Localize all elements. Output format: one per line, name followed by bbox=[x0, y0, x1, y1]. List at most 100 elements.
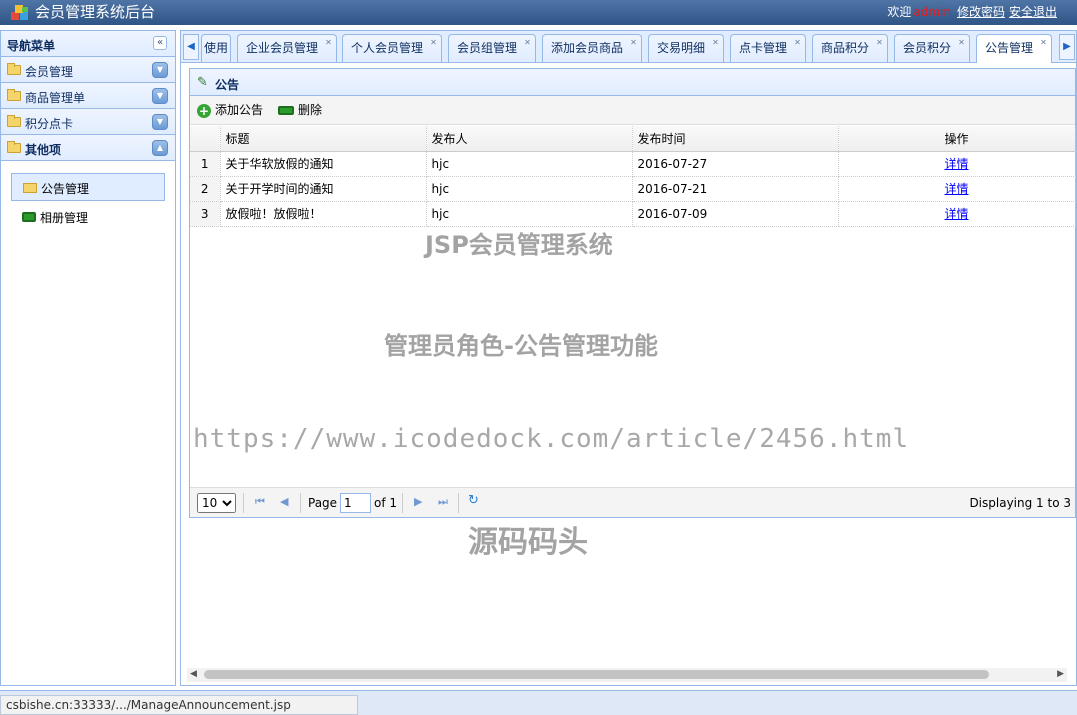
column-header-date[interactable]: 发布时间 bbox=[632, 126, 839, 152]
refresh-icon[interactable]: ↻ bbox=[468, 493, 479, 508]
divider bbox=[243, 493, 244, 513]
sidebar-item-label: 相册管理 bbox=[40, 211, 89, 225]
close-icon[interactable]: ✕ bbox=[324, 38, 333, 47]
close-icon[interactable]: ✕ bbox=[429, 38, 438, 47]
tab-label: 商品积分 bbox=[821, 41, 870, 55]
collapse-sidebar-icon[interactable]: « bbox=[153, 36, 167, 50]
tab-scroll-right-icon[interactable]: ▶ bbox=[1059, 34, 1075, 60]
page-number-input[interactable]: 1 bbox=[340, 493, 371, 513]
row-number-header bbox=[190, 126, 221, 152]
page-size-select[interactable]: 10 bbox=[197, 493, 236, 513]
first-page-icon[interactable]: ⏮ bbox=[255, 495, 265, 509]
logo-icon bbox=[11, 5, 28, 20]
table-row[interactable]: 1 关于华软放假的通知 hjc 2016-07-27 详情 bbox=[190, 151, 1076, 177]
cell-date: 2016-07-21 bbox=[632, 176, 839, 202]
delete-button[interactable]: 删除 bbox=[278, 102, 322, 120]
chevron-down-icon[interactable]: ▼ bbox=[152, 88, 168, 104]
close-icon[interactable]: ✕ bbox=[523, 38, 532, 47]
table-row[interactable]: 2 关于开学时间的通知 hjc 2016-07-21 详情 bbox=[190, 176, 1076, 202]
panel-header: ✎ 公告 bbox=[190, 69, 1075, 96]
close-icon[interactable]: ✕ bbox=[629, 38, 638, 47]
close-icon[interactable]: ✕ bbox=[711, 38, 720, 47]
tab-member-points[interactable]: 会员积分 ✕ bbox=[894, 34, 970, 62]
scrollbar-thumb[interactable] bbox=[204, 670, 989, 679]
tab-label: 交易明细 bbox=[657, 41, 706, 55]
username: admin bbox=[913, 5, 951, 19]
horizontal-scrollbar[interactable]: ◀ ▶ bbox=[187, 668, 1067, 682]
tab-member-groups[interactable]: 会员组管理 ✕ bbox=[448, 34, 536, 62]
table-header-row: 标题 发布人 发布时间 操作 bbox=[190, 126, 1076, 152]
divider bbox=[458, 493, 459, 513]
cell-title: 放假啦！放假啦！ bbox=[220, 201, 427, 227]
sidebar-section-other[interactable]: 其他项 ▲ bbox=[1, 135, 175, 161]
cell-author: hjc bbox=[426, 176, 633, 202]
add-icon: + bbox=[197, 103, 211, 118]
details-link[interactable]: 详情 bbox=[944, 207, 968, 221]
close-icon[interactable]: ✕ bbox=[1039, 38, 1048, 47]
column-header-author[interactable]: 发布人 bbox=[426, 126, 633, 152]
tab-scroll-left-icon[interactable]: ◀ bbox=[183, 34, 199, 60]
tab-label: 个人会员管理 bbox=[351, 41, 424, 55]
chevron-down-icon[interactable]: ▼ bbox=[152, 62, 168, 78]
folder-icon bbox=[7, 141, 21, 153]
divider bbox=[300, 493, 301, 513]
details-link[interactable]: 详情 bbox=[944, 157, 968, 171]
tab-label: 会员组管理 bbox=[457, 41, 518, 55]
row-number: 1 bbox=[190, 151, 221, 177]
sidebar-item-albums[interactable]: 相册管理 bbox=[11, 203, 165, 231]
cell-title: 关于华软放假的通知 bbox=[220, 151, 427, 177]
tab-label: 点卡管理 bbox=[739, 41, 788, 55]
last-page-icon[interactable]: ⏭ bbox=[438, 495, 448, 509]
sidebar-title: 导航菜单 bbox=[7, 39, 56, 53]
sidebar-section-label: 其他项 bbox=[25, 143, 62, 157]
browser-status-bar: csbishe.cn:33333/.../ManageAnnouncement.… bbox=[0, 690, 1077, 715]
tab-announcements[interactable]: 公告管理 ✕ bbox=[976, 34, 1052, 63]
add-announcement-button[interactable]: + 添加公告 bbox=[197, 102, 263, 120]
app-title: 会员管理系统后台 bbox=[35, 3, 156, 21]
close-icon[interactable]: ✕ bbox=[957, 38, 966, 47]
sidebar-menu: 公告管理 相册管理 bbox=[1, 162, 175, 685]
sidebar-section-points[interactable]: 积分点卡 ▼ bbox=[1, 109, 175, 135]
announcement-table: 标题 发布人 发布时间 操作 1 关于华软放假的通知 hjc 2016-07-2… bbox=[190, 126, 1076, 227]
header-user-links: 欢迎 admin 修改密码 安全退出 bbox=[887, 5, 1057, 19]
cell-date: 2016-07-27 bbox=[632, 151, 839, 177]
change-password-link[interactable]: 修改密码 bbox=[957, 5, 1005, 19]
delete-label: 删除 bbox=[298, 103, 323, 117]
cell-author: hjc bbox=[426, 201, 633, 227]
scroll-left-icon[interactable]: ◀ bbox=[190, 669, 197, 679]
sidebar-section-goods[interactable]: 商品管理单 ▼ bbox=[1, 83, 175, 109]
tab-personal-members[interactable]: 个人会员管理 ✕ bbox=[342, 34, 442, 62]
tab-label: 使用 bbox=[204, 41, 229, 55]
column-header-title[interactable]: 标题 bbox=[220, 126, 427, 152]
tab-add-member-goods[interactable]: 添加会员商品 ✕ bbox=[542, 34, 642, 62]
page-label: Page bbox=[308, 496, 338, 510]
panel-toolbar: + 添加公告 删除 bbox=[190, 96, 1075, 125]
chevron-down-icon[interactable]: ▼ bbox=[152, 114, 168, 130]
details-link[interactable]: 详情 bbox=[944, 182, 968, 196]
announcement-panel: ✎ 公告 + 添加公告 删除 标题 发布人 发布时间 操作 1 关于华软放假的通… bbox=[189, 68, 1076, 518]
prev-page-icon[interactable]: ◀ bbox=[280, 495, 288, 508]
tab-enterprise-members[interactable]: 企业会员管理 ✕ bbox=[237, 34, 337, 62]
chevron-up-icon[interactable]: ▲ bbox=[152, 140, 168, 156]
close-icon[interactable]: ✕ bbox=[875, 38, 884, 47]
next-page-icon[interactable]: ▶ bbox=[414, 495, 422, 508]
tab-label: 添加会员商品 bbox=[551, 41, 624, 55]
logout-link[interactable]: 安全退出 bbox=[1009, 5, 1057, 19]
page-total: of 1 bbox=[374, 496, 398, 510]
close-icon[interactable]: ✕ bbox=[793, 38, 802, 47]
tab-goods-points[interactable]: 商品积分 ✕ bbox=[812, 34, 888, 62]
sidebar-section-members[interactable]: 会员管理 ▼ bbox=[1, 57, 175, 83]
tab-use[interactable]: 使用 bbox=[201, 34, 231, 62]
scroll-right-icon[interactable]: ▶ bbox=[1057, 669, 1064, 679]
folder-icon bbox=[23, 183, 37, 193]
table-row[interactable]: 3 放假啦！放假啦！ hjc 2016-07-09 详情 bbox=[190, 201, 1076, 227]
tab-card-management[interactable]: 点卡管理 ✕ bbox=[730, 34, 806, 62]
tab-label: 公告管理 bbox=[985, 41, 1034, 55]
tab-label: 会员积分 bbox=[903, 41, 952, 55]
pagination-bar: 10 ⏮ ◀ Page 1 of 1 ▶ ⏭ ↻ Displaying 1 to… bbox=[190, 487, 1075, 517]
sidebar-item-announcements[interactable]: 公告管理 bbox=[11, 173, 165, 201]
tab-label: 企业会员管理 bbox=[246, 41, 319, 55]
column-header-action[interactable]: 操作 bbox=[838, 126, 1076, 152]
panel-title: 公告 bbox=[215, 78, 240, 92]
tab-transactions[interactable]: 交易明细 ✕ bbox=[648, 34, 724, 62]
